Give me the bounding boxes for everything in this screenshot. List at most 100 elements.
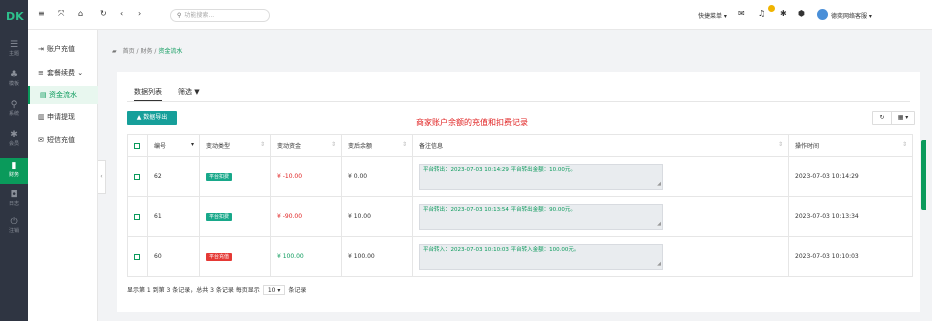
table-tools: ↻ ▦ ▾ xyxy=(872,111,915,125)
bell-icon[interactable]: ♫ xyxy=(758,9,765,18)
row-select[interactable] xyxy=(127,196,148,237)
pagination-info: 显示第 1 到第 3 条记录，总共 3 条记录 每页显示 10 ▾ 条记录 xyxy=(127,285,306,295)
sort-desc-icon: ▾ xyxy=(190,141,194,148)
col-label: 变动类型 xyxy=(206,143,231,150)
select-all-cell[interactable] xyxy=(127,134,148,157)
cell-amount: ¥ -10.00 xyxy=(270,156,342,197)
sub-menu: ⇥ 账户充值 ≡ 套餐续费 ⌄ ▤ 资金流水 ▥ 申请提现 ✉ 短信充值 xyxy=(28,30,98,321)
cell-type: 平台扣费 xyxy=(199,196,271,237)
sms-icon: ✉ xyxy=(38,136,44,144)
table-row: 60 平台充值 ¥ 100.00 ¥ 100.00 平台转入：2023-07-03 10… xyxy=(127,236,913,277)
sort-icon: ⇕ xyxy=(777,141,783,148)
nav-logout[interactable]: ⏻ 注销 xyxy=(0,217,28,235)
submenu-renew[interactable]: ≡ 套餐续费 ⌄ xyxy=(28,64,98,82)
col-label: 变后余额 xyxy=(348,143,373,150)
col-label: 操作时间 xyxy=(795,143,820,150)
ledger-icon: ▤ xyxy=(40,91,47,99)
nav-member[interactable]: ✱ 会员 xyxy=(0,130,28,148)
home-icon[interactable]: ⌂ xyxy=(78,9,83,18)
breadcrumb-section[interactable]: 财务 xyxy=(140,48,152,55)
page-size-select[interactable]: 10 ▾ xyxy=(262,285,286,295)
submenu-fund-flow[interactable]: ▤ 资金流水 xyxy=(28,86,98,104)
quick-menu[interactable]: 快捷菜单 ▾ xyxy=(698,11,727,20)
icon-sidebar: DK ☰ 主题 ♣ 模板 ⚲ 系统 ✱ 会员 ▮ 财务 ◘ 日志 ⏻ 注销 xyxy=(0,0,28,321)
hamburger-icon[interactable]: ≡ xyxy=(38,9,45,18)
checkbox[interactable] xyxy=(134,173,140,180)
nav-label: 注销 xyxy=(8,228,19,234)
side-tab-handle[interactable] xyxy=(921,140,926,210)
menu-icon: ☰ xyxy=(9,40,19,50)
cell-type: 平台扣费 xyxy=(199,156,271,197)
tag-icon: ✱ xyxy=(10,130,18,140)
folder-icon: ▰ xyxy=(112,48,117,55)
resize-handle-icon[interactable]: ◢ xyxy=(657,259,661,269)
mail-icon[interactable]: ✉ xyxy=(738,9,745,18)
checkbox[interactable] xyxy=(134,142,140,149)
breadcrumb: ▰ 首页 / 财务 / 资金流水 xyxy=(112,46,182,55)
submenu-sms[interactable]: ✉ 短信充值 xyxy=(28,131,98,149)
collapse-sidebar-button[interactable]: ‹ xyxy=(98,160,106,194)
submenu-label: 账户充值 xyxy=(47,45,75,53)
table-row: 62 平台扣费 ¥ -10.00 ¥ 0.00 平台转出：2023-07-03 10:1… xyxy=(127,156,913,197)
nav-template[interactable]: ♣ 模板 xyxy=(0,70,28,88)
remark-text: 平台转入：2023-07-03 10:10:03 平台转入金额：100.00元。 xyxy=(423,246,580,253)
remark-textarea[interactable]: 平台转入：2023-07-03 10:10:03 平台转入金额：100.00元。… xyxy=(419,243,663,270)
submenu-withdraw[interactable]: ▥ 申请提现 xyxy=(28,108,98,126)
col-amount[interactable]: 变动资金 ⇕ xyxy=(270,134,342,157)
checkbox[interactable] xyxy=(134,253,140,260)
location-icon: ⚲ xyxy=(10,100,18,110)
shield-icon[interactable]: ⬢ xyxy=(798,9,805,18)
cell-type: 平台充值 xyxy=(199,236,271,277)
refresh-table-button[interactable]: ↻ xyxy=(873,112,892,124)
columns-button[interactable]: ▦ ▾ xyxy=(892,112,914,124)
refresh-icon[interactable]: ↻ xyxy=(100,9,107,18)
row-select[interactable] xyxy=(127,236,148,277)
cell-id: 60 xyxy=(147,236,200,277)
back-icon[interactable]: ‹ xyxy=(120,9,123,18)
nav-system[interactable]: ⚲ 系统 xyxy=(0,100,28,118)
col-type[interactable]: 变动类型 ⇕ xyxy=(199,134,271,157)
search-icon: ⚲ xyxy=(177,12,182,19)
tab-filter[interactable]: 筛选 ▼ xyxy=(178,87,200,97)
table-row: 61 平台扣费 ¥ -90.00 ¥ 10.00 平台转出：2023-07-03 10:… xyxy=(127,196,913,237)
breadcrumb-current: 资金流水 xyxy=(158,48,183,55)
col-id[interactable]: 编号 ▾ xyxy=(147,134,200,157)
page-note: 商家账户余额的充值和扣费记录 xyxy=(416,118,528,127)
power-icon: ⏻ xyxy=(10,217,18,227)
nav-theme[interactable]: ☰ 主题 xyxy=(0,40,28,58)
sort-icon: ⇕ xyxy=(401,141,407,148)
submenu-label: 申请提现 xyxy=(47,113,75,121)
settings-icon[interactable]: ✱ xyxy=(780,9,787,18)
nav-label: 会员 xyxy=(8,141,19,147)
col-time[interactable]: 操作时间 ⇕ xyxy=(788,134,913,157)
table-header: 编号 ▾ 变动类型 ⇕ 变动资金 ⇕ 变后余额 ⇕ 备注信息 ⇕ 操作时间 ⇕ xyxy=(127,134,913,157)
logo: DK xyxy=(6,10,24,23)
submenu-label: 套餐续费 ⌄ xyxy=(47,69,84,77)
tab-data-list[interactable]: 数据列表 xyxy=(134,87,162,101)
resize-handle-icon[interactable]: ◢ xyxy=(657,179,661,189)
col-remark[interactable]: 备注信息 ⇕ xyxy=(412,134,789,157)
cell-time: 2023-07-03 10:13:34 xyxy=(788,196,913,237)
resize-handle-icon[interactable]: ◢ xyxy=(657,219,661,229)
remark-textarea[interactable]: 平台转出：2023-07-03 10:14:29 平台转出金额：10.00元。 ◢ xyxy=(419,163,663,190)
remark-text: 平台转出：2023-07-03 10:14:29 平台转出金额：10.00元。 xyxy=(423,166,576,173)
login-icon: ⇥ xyxy=(38,45,44,53)
user-menu[interactable]: 德奕网络客服 ▾ xyxy=(831,11,872,20)
nav-label: 日志 xyxy=(8,201,19,207)
cell-balance: ¥ 100.00 xyxy=(341,236,413,277)
search-input[interactable]: ⚲ 功能搜索... xyxy=(170,9,270,22)
forward-icon[interactable]: › xyxy=(138,9,141,18)
breadcrumb-home[interactable]: 首页 xyxy=(123,48,135,55)
submenu-recharge[interactable]: ⇥ 账户充值 xyxy=(28,40,98,58)
export-button[interactable]: ▲ 数据导出 xyxy=(127,111,177,125)
fullscreen-icon[interactable]: ⤧ xyxy=(58,9,64,19)
cell-remark: 平台转入：2023-07-03 10:10:03 平台转入金额：100.00元。… xyxy=(412,236,789,277)
cell-time: 2023-07-03 10:10:03 xyxy=(788,236,913,277)
nav-finance[interactable]: ▮ 财务 xyxy=(0,158,28,184)
row-select[interactable] xyxy=(127,156,148,197)
col-balance[interactable]: 变后余额 ⇕ xyxy=(341,134,413,157)
nav-log[interactable]: ◘ 日志 xyxy=(0,190,28,208)
avatar[interactable] xyxy=(817,9,828,20)
checkbox[interactable] xyxy=(134,213,140,220)
remark-textarea[interactable]: 平台转出：2023-07-03 10:13:54 平台转出金额：90.00元。 ◢ xyxy=(419,203,663,230)
